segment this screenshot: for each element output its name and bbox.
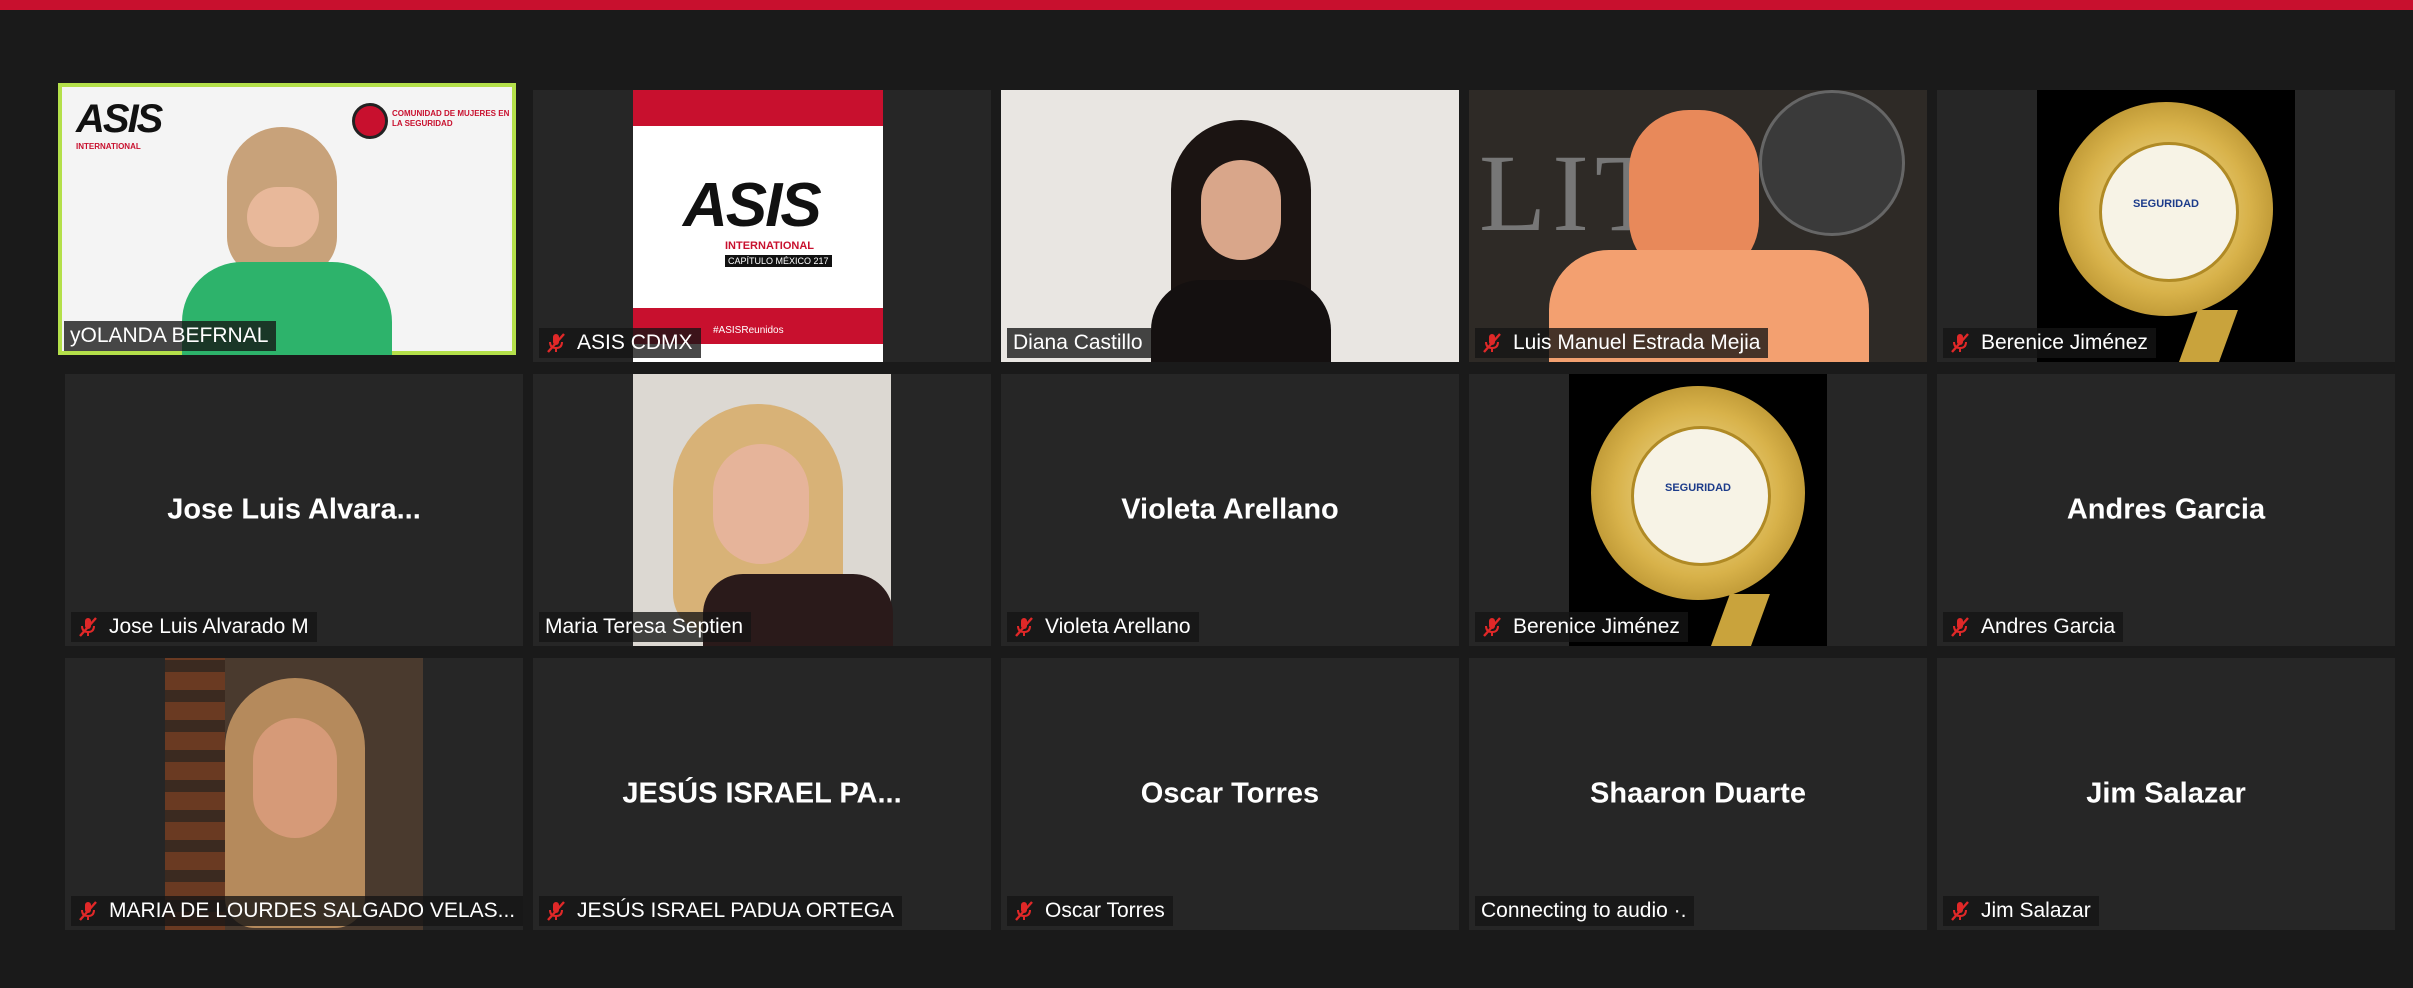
profile-photo — [165, 658, 423, 930]
participant-name-label: Berenice Jiménez — [1943, 328, 2156, 358]
participant-tile[interactable]: ASIS INTERNATIONAL CAPÍTULO MÉXICO 217 #… — [533, 90, 991, 362]
asis-logo: ASIS INTERNATIONAL — [76, 97, 163, 151]
participant-display-name: Violeta Arellano — [1121, 493, 1339, 526]
participant-display-name: Andres Garcia — [2066, 493, 2266, 526]
mic-muted-icon — [77, 900, 99, 922]
participant-name-label: JESÚS ISRAEL PADUA ORTEGA — [539, 896, 903, 926]
seal-inner-circle — [1631, 426, 1771, 566]
video-feed: ASIS INTERNATIONAL COMUNIDAD DE MUJERES … — [62, 87, 512, 355]
logo-top-band — [633, 90, 883, 126]
participant-name-label: Connecting to audio ·. — [1475, 896, 1695, 926]
participant-name-text: JESÚS ISRAEL PADUA ORTEGA — [577, 899, 895, 922]
location-pin-icon — [352, 103, 388, 139]
participant-tile[interactable]: Diana Castillo — [1001, 90, 1459, 362]
participant-display-name: JESÚS ISRAEL PA... — [622, 777, 902, 810]
seal-inner-circle — [2099, 142, 2239, 282]
participant-display-name: Shaaron Duarte — [1590, 777, 1806, 810]
mic-muted-icon — [77, 616, 99, 638]
participant-name-text: Oscar Torres — [1045, 899, 1165, 922]
participant-tile[interactable]: JESÚS ISRAEL PA... JESÚS ISRAEL PADUA OR… — [533, 658, 991, 930]
participant-name-label: Jose Luis Alvarado M — [71, 612, 317, 642]
participant-name-label: Berenice Jiménez — [1475, 612, 1688, 642]
participant-name-label: Violeta Arellano — [1007, 612, 1199, 642]
video-feed — [1001, 90, 1459, 362]
mic-muted-icon — [1013, 616, 1035, 638]
presenter-face — [247, 187, 319, 247]
asis-chapter-text: CAPÍTULO MÉXICO 217 — [725, 255, 832, 267]
participant-name-label: Luis Manuel Estrada Mejia — [1475, 328, 1769, 358]
participant-tile[interactable]: Jose Luis Alvara... Jose Luis Alvarado M — [65, 374, 523, 646]
participant-name-label: Andres Garcia — [1943, 612, 2124, 642]
asis-logo-image: ASIS INTERNATIONAL CAPÍTULO MÉXICO 217 #… — [633, 90, 883, 362]
participant-tile[interactable]: SEGURIDAD Berenice Jiménez — [1937, 90, 2395, 362]
participant-name-text: Jose Luis Alvarado M — [109, 615, 309, 638]
mic-muted-icon — [545, 900, 567, 922]
asis-logo-text: ASIS — [76, 97, 163, 141]
participant-tile[interactable]: SEGURIDAD Berenice Jiménez — [1469, 374, 1927, 646]
participant-tile[interactable]: Violeta Arellano Violeta Arellano — [1001, 374, 1459, 646]
video-feed: LITÉ — [1469, 90, 1927, 362]
top-accent-bar — [0, 0, 2413, 10]
participant-tile[interactable]: Oscar Torres Oscar Torres — [1001, 658, 1459, 930]
participant-name-text: Berenice Jiménez — [1981, 331, 2148, 354]
participant-name-text: MARIA DE LOURDES SALGADO VELAS... — [109, 899, 516, 922]
participant-body — [1151, 280, 1331, 362]
seal-ribbon — [2176, 310, 2238, 362]
participant-tile[interactable]: LITÉ Luis Manuel Estrada Mejia — [1469, 90, 1927, 362]
photo-face — [713, 444, 809, 564]
participant-name-text: ASIS CDMX — [577, 331, 693, 354]
mic-muted-icon — [1949, 332, 1971, 354]
participant-name-label: MARIA DE LOURDES SALGADO VELAS... — [71, 896, 523, 926]
connecting-audio-status: Connecting to audio ·. — [1481, 899, 1687, 922]
participant-display-name: Jim Salazar — [2086, 777, 2246, 810]
participant-name-label: Diana Castillo — [1007, 328, 1151, 358]
mic-muted-icon — [1013, 900, 1035, 922]
participant-tile[interactable]: Maria Teresa Septien — [533, 374, 991, 646]
participant-face — [1201, 160, 1281, 260]
participant-tile[interactable]: Andres Garcia Andres Garcia — [1937, 374, 2395, 646]
participant-tile-active-speaker[interactable]: ASIS INTERNATIONAL COMUNIDAD DE MUJERES … — [58, 83, 516, 355]
participant-tile[interactable]: Jim Salazar Jim Salazar — [1937, 658, 2395, 930]
participant-name-label: Jim Salazar — [1943, 896, 2099, 926]
asis-hashtag-text: #ASISReunidos — [713, 325, 784, 336]
comunidad-text: COMUNIDAD DE MUJERES EN LA SEGURIDAD — [392, 109, 510, 128]
participant-display-name: Jose Luis Alvara... — [167, 493, 421, 526]
mic-muted-icon — [1949, 616, 1971, 638]
seal-image: SEGURIDAD — [1569, 374, 1827, 646]
participant-name-text: Diana Castillo — [1013, 331, 1143, 354]
asis-logo-subtext: INTERNATIONAL — [76, 142, 141, 151]
gallery-view: ASIS INTERNATIONAL COMUNIDAD DE MUJERES … — [0, 10, 2413, 988]
participant-name-text: Maria Teresa Septien — [545, 615, 744, 638]
participant-name-text: Andres Garcia — [1981, 615, 2116, 638]
participant-display-name: Oscar Torres — [1140, 777, 1320, 810]
seal-ribbon — [1708, 594, 1770, 646]
profile-photo — [633, 374, 893, 646]
seal-image: SEGURIDAD — [2037, 90, 2295, 362]
participant-name-label: Oscar Torres — [1007, 896, 1173, 926]
participant-tile[interactable]: MARIA DE LOURDES SALGADO VELAS... — [65, 658, 523, 930]
participant-name-text: Luis Manuel Estrada Mejia — [1513, 331, 1761, 354]
mic-muted-icon — [1949, 900, 1971, 922]
participant-tile[interactable]: Shaaron Duarte Connecting to audio ·. — [1469, 658, 1927, 930]
mic-muted-icon — [1481, 616, 1503, 638]
participant-name-text: Violeta Arellano — [1045, 615, 1191, 638]
photo-face — [253, 718, 337, 838]
mic-muted-icon — [545, 332, 567, 354]
participant-name-text: Berenice Jiménez — [1513, 615, 1680, 638]
participant-name-label: Maria Teresa Septien — [539, 612, 752, 642]
participant-name-label: yOLANDA BEFRNAL — [64, 321, 277, 351]
participant-name-text: yOLANDA BEFRNAL — [70, 324, 269, 347]
globe-decor — [1759, 90, 1905, 236]
asis-logo-text: ASIS — [683, 171, 822, 240]
participant-name-text: Jim Salazar — [1981, 899, 2091, 922]
seal-center-text: SEGURIDAD — [1664, 482, 1731, 494]
mic-muted-icon — [1481, 332, 1503, 354]
asis-logo-subtext: INTERNATIONAL — [725, 240, 815, 252]
photo-bookshelf — [165, 658, 225, 930]
seal-center-text: SEGURIDAD — [2132, 198, 2199, 210]
participant-name-label: ASIS CDMX — [539, 328, 701, 358]
